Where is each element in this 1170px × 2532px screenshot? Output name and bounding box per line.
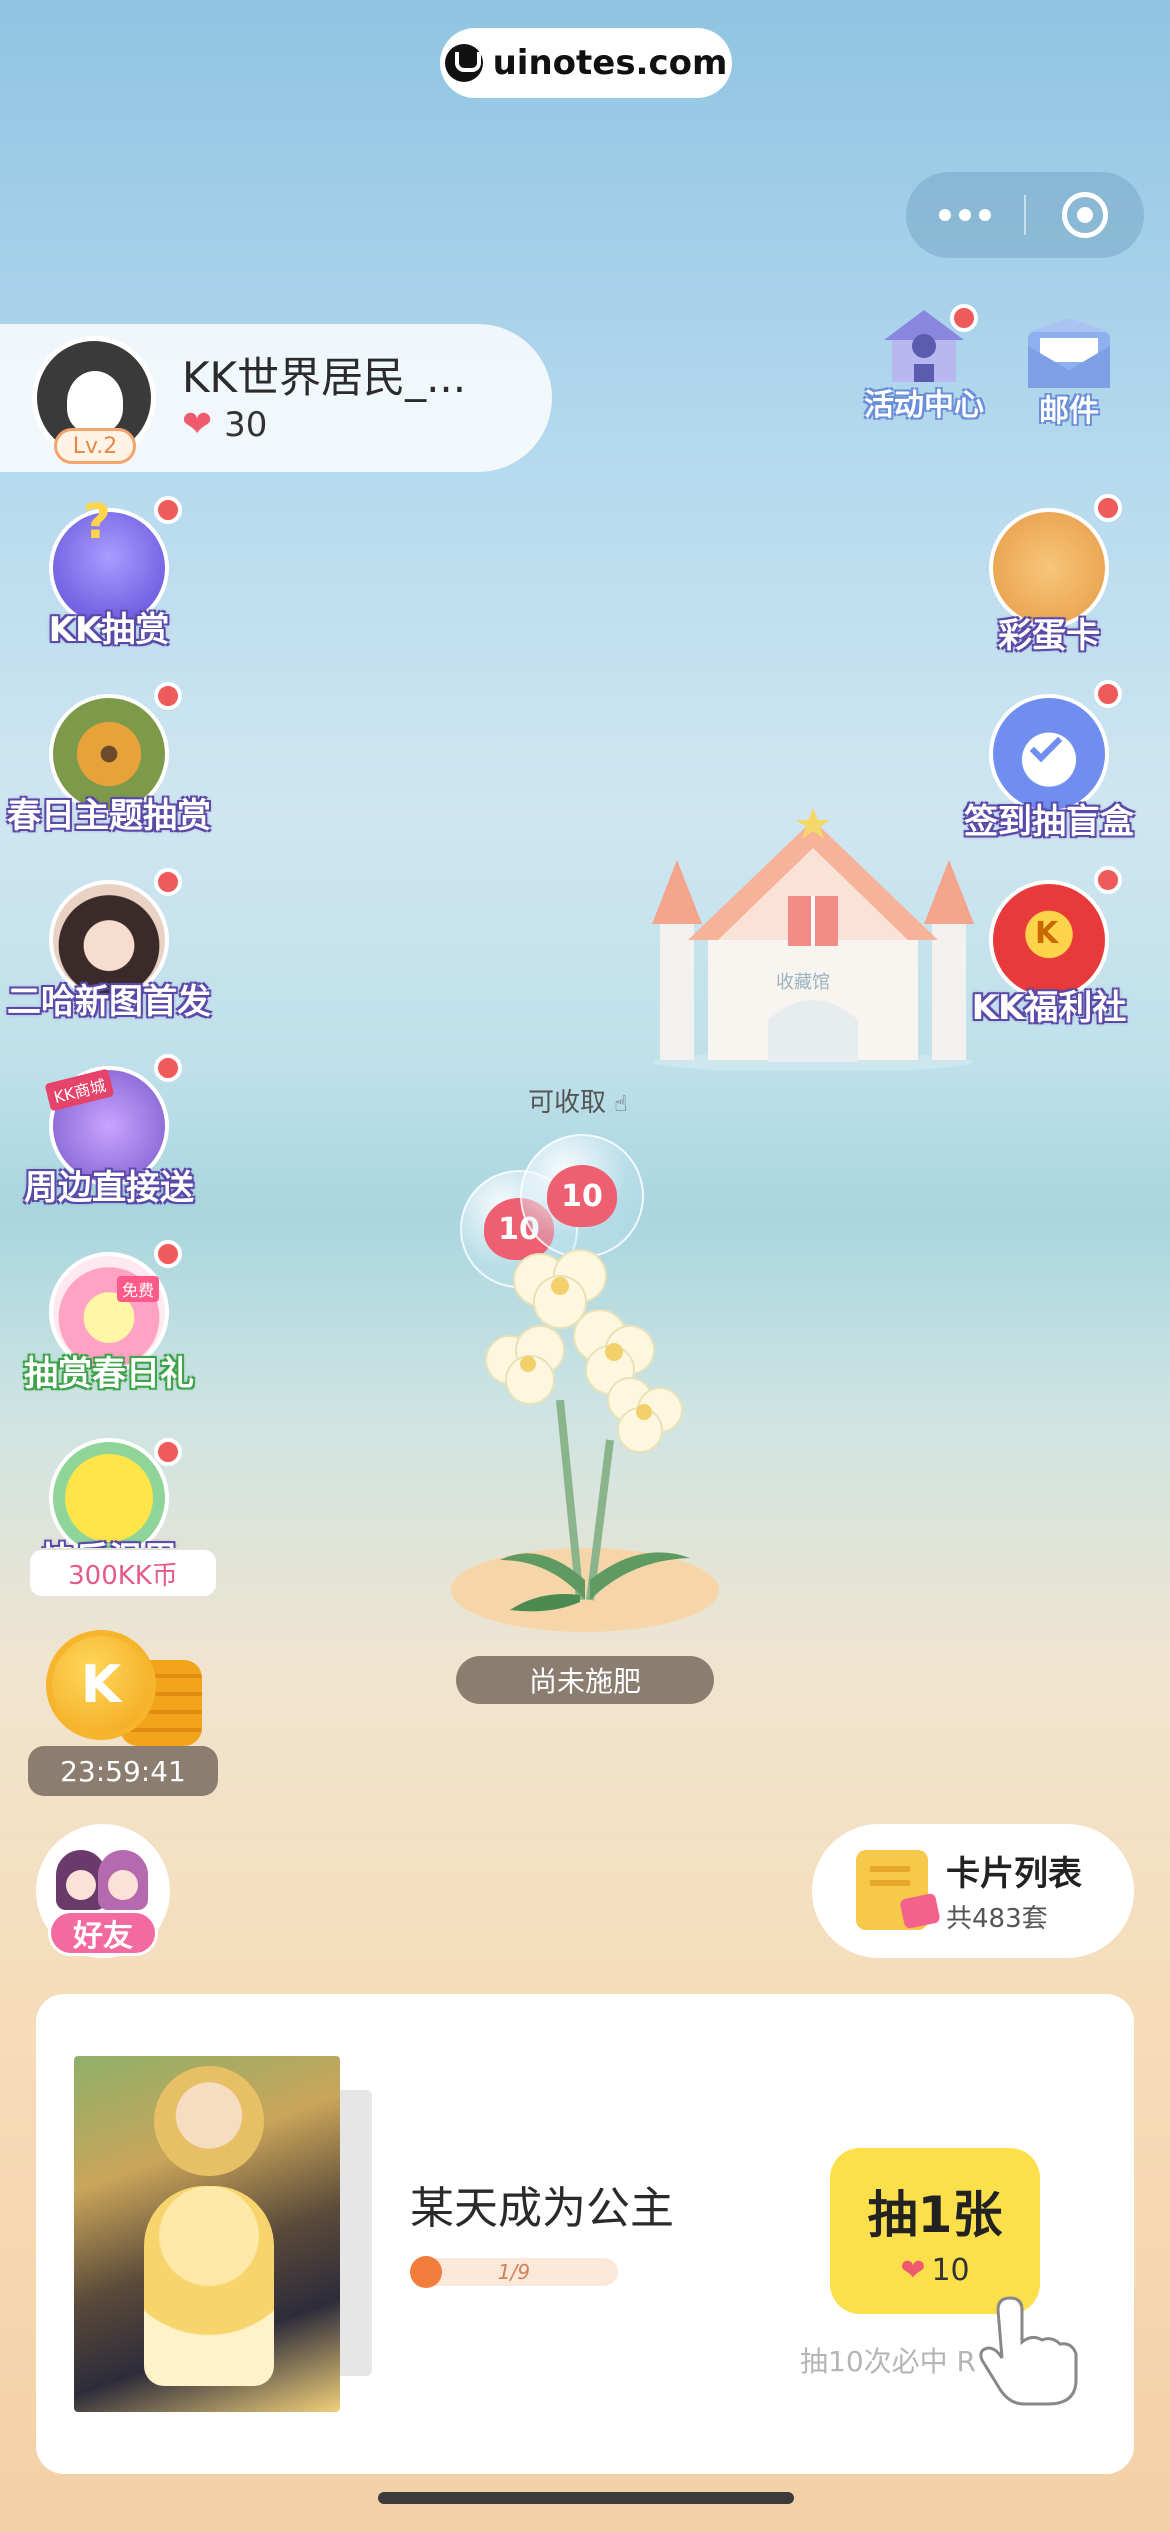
- happy-event-label: 快乐温周: [4, 1532, 214, 1548]
- notification-dot: [154, 1054, 182, 1082]
- heart-count: 30: [224, 404, 268, 445]
- activity-center-button[interactable]: 活动中心: [858, 304, 990, 424]
- free-badge: 免费: [117, 1276, 160, 1302]
- spring-gift-label: 抽赏春日礼: [24, 1354, 194, 1394]
- heart-bubble-value: 10: [547, 1165, 617, 1227]
- brand-label: uinotes.com: [492, 43, 728, 83]
- collection-castle[interactable]: [648, 800, 978, 1070]
- tap-hand-icon: [979, 2296, 1078, 2406]
- notification-dot: [154, 1240, 182, 1268]
- shop-badge: KK商城: [44, 1068, 115, 1112]
- merch-gift-label: 周边直接送: [24, 1168, 194, 1208]
- notification-dot: [154, 496, 182, 524]
- easter-egg-card-button[interactable]: 彩蛋卡: [944, 494, 1154, 657]
- card-book-icon: [856, 1850, 928, 1930]
- draw-one-label: 抽1张: [867, 2185, 1003, 2244]
- merch-gift-button[interactable]: KK商城 周边直接送: [4, 1054, 214, 1209]
- countdown-timer: 23:59:41: [28, 1746, 218, 1796]
- card-list-title: 卡片列表: [946, 1854, 1082, 1894]
- activity-center-label: 活动中心: [864, 388, 984, 423]
- kk-lottery-label: KK抽赏: [48, 610, 170, 650]
- mail-button[interactable]: 邮件: [1014, 316, 1124, 430]
- coin-reward-label: 300KK币: [30, 1550, 216, 1596]
- heart-icon: ❤: [182, 404, 213, 445]
- notification-dot: [1094, 866, 1122, 894]
- notification-dot: [1094, 494, 1122, 522]
- spring-gift-button[interactable]: 免费 抽赏春日礼: [4, 1240, 214, 1395]
- brand-pill: uinotes.com: [440, 28, 732, 98]
- husky-new-art-label: 二哈新图首发: [7, 982, 211, 1022]
- kk-lottery-button[interactable]: ? KK抽赏: [4, 494, 214, 651]
- card-list-count: 共483套: [946, 1904, 1048, 1934]
- notification-dot: [154, 682, 182, 710]
- miniprogram-capsule: [906, 172, 1144, 258]
- husky-new-art-button[interactable]: 二哈新图首发: [4, 868, 214, 1023]
- manga-cover-image[interactable]: [74, 2056, 340, 2412]
- level-badge: Lv.2: [54, 428, 136, 464]
- flower-plant[interactable]: [440, 1240, 730, 1640]
- heart-balance: ❤ 30: [182, 404, 267, 445]
- collectable-label: 可收取 ☝: [528, 1088, 628, 1118]
- heart-icon: ❤: [900, 2252, 926, 2288]
- notification-dot: [154, 1438, 182, 1466]
- castle-sign: 收藏馆: [776, 972, 830, 993]
- mail-icon: [1028, 318, 1110, 388]
- target-icon: [1062, 192, 1108, 238]
- home-indicator: [378, 2492, 794, 2504]
- draw-cost-value: 10: [931, 2252, 970, 2288]
- manga-title: 某天成为公主: [410, 2183, 674, 2234]
- spring-lottery-button[interactable]: 春日主题抽赏: [4, 682, 214, 837]
- fertilize-status: 尚未施肥: [456, 1656, 714, 1704]
- easter-egg-card-label: 彩蛋卡: [998, 616, 1100, 656]
- kk-coin-icon[interactable]: K: [46, 1630, 156, 1740]
- progress-text: 1/9: [497, 2260, 531, 2284]
- happy-event-button[interactable]: 快乐温周: [4, 1438, 214, 1548]
- close-miniprogram-button[interactable]: [1026, 172, 1144, 258]
- username: KK世界居民_...: [182, 353, 467, 402]
- notification-dot: [950, 304, 978, 332]
- uinotes-logo-icon: [444, 44, 483, 82]
- notification-dot: [1094, 680, 1122, 708]
- spring-lottery-label: 春日主题抽赏: [7, 796, 211, 836]
- draw-cost: ❤ 10: [900, 2253, 969, 2288]
- more-options-button[interactable]: [906, 172, 1024, 258]
- pointing-hand-icon: ☝: [614, 1092, 628, 1117]
- notification-dot: [154, 868, 182, 896]
- mail-label: 邮件: [1039, 394, 1099, 429]
- friends-label[interactable]: 好友: [48, 1910, 158, 1956]
- guarantee-note: 抽10次必中 R: [800, 2345, 976, 2378]
